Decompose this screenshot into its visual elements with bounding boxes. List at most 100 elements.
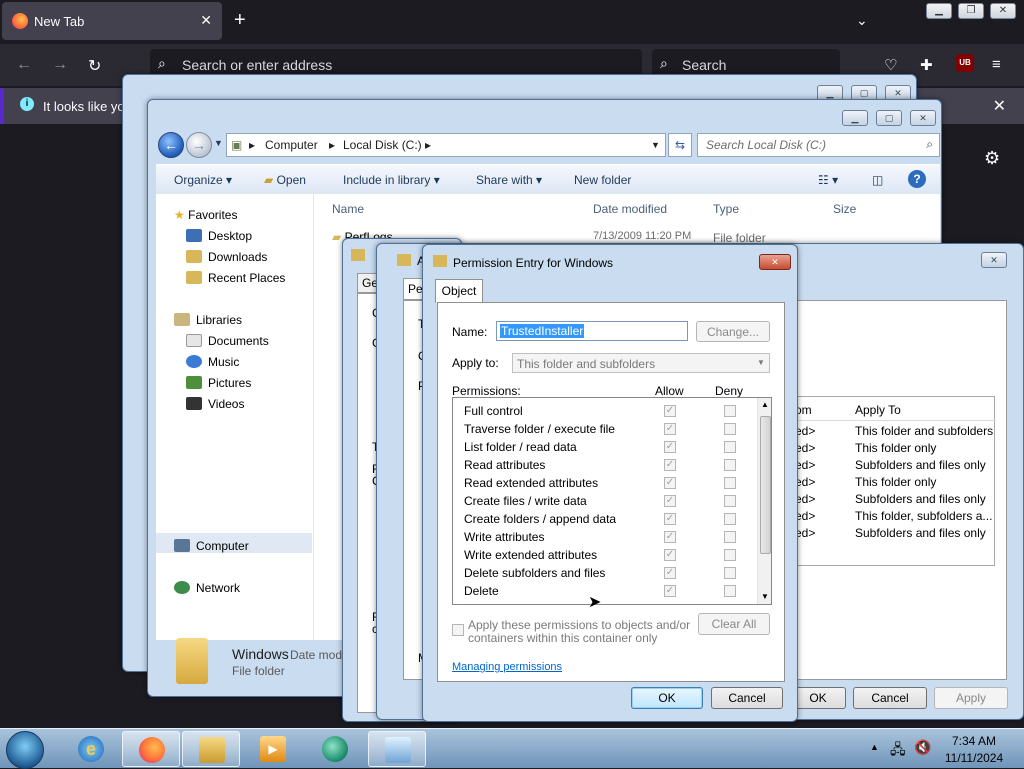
adv-ok-button[interactable]: OK (790, 687, 846, 709)
deny-checkbox[interactable] (724, 405, 736, 417)
permission-row[interactable]: Delete subfolders and files ✓ (453, 564, 753, 582)
extensions-icon[interactable]: ✚ (920, 56, 933, 74)
recent-pages-icon[interactable]: ▼ (214, 138, 223, 148)
deny-checkbox[interactable] (724, 585, 736, 597)
deny-checkbox[interactable] (724, 477, 736, 489)
column-size[interactable]: Size (833, 202, 856, 216)
allow-checkbox[interactable]: ✓ (664, 513, 676, 525)
permission-row[interactable]: List folder / read data ✓ (453, 438, 753, 456)
apply-to-select[interactable]: This folder and subfolders ▼ (512, 353, 770, 373)
permissions-scrollbar[interactable]: ▲ ▼ (757, 398, 771, 604)
close-button[interactable]: ✕ (759, 254, 791, 270)
new-tab-button[interactable]: + (234, 10, 246, 30)
ok-button[interactable]: OK (631, 687, 703, 709)
change-view-icon[interactable]: ☷ ▾ (818, 173, 838, 187)
deny-checkbox[interactable] (724, 513, 736, 525)
name-field[interactable]: TrustedInstaller (496, 321, 688, 341)
permissions-list[interactable]: Full control ✓ Traverse folder / execute f… (452, 397, 772, 605)
close-window-button[interactable]: ✕ (990, 3, 1016, 19)
allow-checkbox[interactable]: ✓ (664, 585, 676, 597)
deny-checkbox[interactable] (724, 495, 736, 507)
explorer-search-box[interactable]: Search Local Disk (C:) ⌕ (697, 133, 940, 157)
allow-checkbox[interactable]: ✓ (664, 423, 676, 435)
refresh-icon[interactable]: ⇆ (668, 133, 692, 157)
adv-cancel-button[interactable]: Cancel (853, 687, 927, 709)
share-with-menu[interactable]: Share with ▾ (476, 173, 542, 187)
scroll-thumb[interactable] (760, 416, 771, 554)
nav-network[interactable]: Network (174, 581, 240, 595)
breadcrumb-separator[interactable]: ▸ (425, 138, 431, 152)
allow-checkbox[interactable]: ✓ (664, 405, 676, 417)
nav-favorites[interactable]: ★ Favorites (174, 208, 237, 222)
list-item[interactable]: ed> This folder only (791, 473, 996, 490)
taskbar-explorer[interactable] (182, 731, 240, 767)
clear-all-button[interactable]: Clear All (698, 613, 770, 635)
tab-new-tab[interactable]: New Tab ✕ (2, 2, 222, 40)
new-folder-button[interactable]: New folder (574, 173, 631, 187)
deny-checkbox[interactable] (724, 423, 736, 435)
start-button[interactable] (6, 731, 44, 769)
taskbar-firefox[interactable] (122, 731, 180, 767)
scroll-down-icon[interactable]: ▼ (761, 592, 769, 601)
scroll-up-icon[interactable]: ▲ (761, 400, 769, 409)
explorer-address-bar[interactable]: ▣ ▸ Computer ▸ Local Disk (C:) ▸ ▼ (226, 133, 666, 157)
nav-recent-places[interactable]: Recent Places (186, 271, 285, 285)
column-type[interactable]: Type (713, 202, 739, 216)
maximize-button[interactable]: ▢ (876, 110, 902, 126)
gear-icon[interactable]: ⚙ (984, 148, 1000, 169)
breadcrumb-local-disk[interactable]: Local Disk (C:) (343, 138, 422, 152)
list-item[interactable]: ed> This folder only (791, 439, 996, 456)
nav-pictures[interactable]: Pictures (186, 376, 251, 390)
nav-documents[interactable]: Documents (186, 334, 269, 348)
list-item[interactable]: ed> This folder, subfolders a... (791, 507, 996, 524)
include-in-library-menu[interactable]: Include in library ▾ (343, 173, 440, 187)
nav-desktop[interactable]: Desktop (186, 229, 252, 243)
close-notice-icon[interactable]: ✕ (993, 96, 1006, 116)
ublock-icon[interactable]: UB (956, 54, 974, 72)
minimize-button[interactable]: ▁ (926, 3, 952, 19)
organize-menu[interactable]: Organize ▾ (174, 173, 232, 187)
nav-music[interactable]: Music (186, 355, 239, 369)
minimize-button[interactable]: ▁ (842, 110, 868, 126)
nav-computer[interactable]: Computer (174, 539, 249, 553)
deny-checkbox[interactable] (724, 549, 736, 561)
taskbar-internet-explorer[interactable]: e (62, 731, 120, 767)
menu-icon[interactable]: ≡ (992, 56, 1001, 73)
pocket-icon[interactable]: ♡ (884, 56, 897, 74)
deny-checkbox[interactable] (724, 567, 736, 579)
permission-row[interactable]: Read attributes ✓ (453, 456, 753, 474)
close-button[interactable]: ✕ (981, 252, 1007, 268)
open-button[interactable]: ▰ Open (264, 173, 306, 187)
column-date-modified[interactable]: Date modified (593, 202, 667, 216)
list-item[interactable]: ed> This folder and subfolders (791, 422, 996, 439)
permission-row[interactable]: Create files / write data ✓ (453, 492, 753, 510)
taskbar-control-panel[interactable] (368, 731, 426, 767)
close-tab-icon[interactable]: ✕ (200, 12, 212, 29)
allow-checkbox[interactable]: ✓ (664, 441, 676, 453)
permission-row[interactable]: Traverse folder / execute file ✓ (453, 420, 753, 438)
help-icon[interactable]: ? (908, 170, 926, 188)
allow-checkbox[interactable]: ✓ (664, 459, 676, 471)
taskbar-media-player[interactable]: ▶ (244, 731, 302, 767)
list-item[interactable]: ed> Subfolders and files only (791, 456, 996, 473)
apply-to-children-checkbox[interactable] (452, 624, 464, 636)
list-item[interactable]: ed> Subfolders and files only (791, 524, 996, 541)
deny-checkbox[interactable] (724, 441, 736, 453)
clock-date[interactable]: 11/11/2024 (934, 751, 1014, 765)
tab-object[interactable]: Object (435, 279, 483, 303)
permission-row[interactable]: Write attributes ✓ (453, 528, 753, 546)
back-button[interactable]: ← (158, 132, 184, 158)
permission-row[interactable]: Read extended attributes ✓ (453, 474, 753, 492)
permission-row[interactable]: Create folders / append data ✓ (453, 510, 753, 528)
deny-checkbox[interactable] (724, 459, 736, 471)
deny-checkbox[interactable] (724, 531, 736, 543)
nav-downloads[interactable]: Downloads (186, 250, 267, 264)
list-all-tabs-icon[interactable]: ⌄ (856, 12, 868, 29)
permission-entries-list[interactable]: om Apply To ed> This folder and subfolder… (790, 396, 996, 566)
forward-button[interactable]: → (186, 132, 212, 158)
nav-libraries[interactable]: Libraries (174, 313, 242, 327)
allow-checkbox[interactable]: ✓ (664, 567, 676, 579)
show-hidden-icons[interactable]: ▲ (870, 742, 879, 752)
reload-icon[interactable]: ↻ (88, 56, 101, 76)
close-button[interactable]: ✕ (910, 110, 936, 126)
